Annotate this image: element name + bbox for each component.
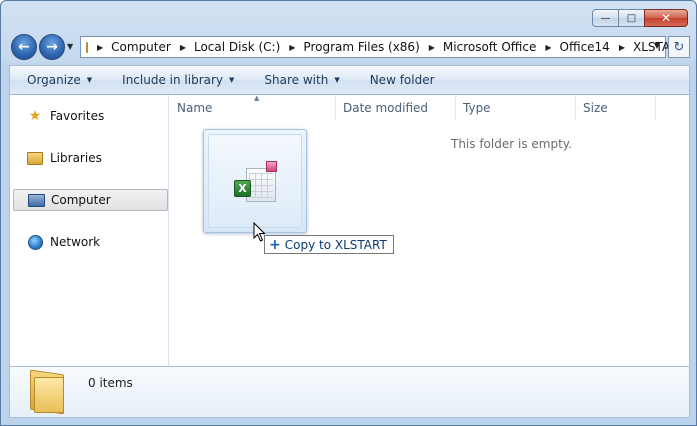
- refresh-button[interactable]: ↻: [668, 36, 690, 58]
- organize-menu[interactable]: Organize ▼: [27, 66, 92, 94]
- maximize-button[interactable]: □: [618, 9, 645, 27]
- nav-item-label: Computer: [51, 193, 111, 207]
- chevron-down-icon: ▼: [334, 76, 340, 84]
- details-pane: 0 items: [9, 366, 690, 418]
- column-name-label: Name: [177, 101, 213, 115]
- column-name[interactable]: ▲ Name: [170, 94, 336, 121]
- forward-arrow-icon: →: [46, 39, 58, 55]
- column-size[interactable]: Size: [576, 95, 656, 121]
- back-arrow-icon: ←: [18, 39, 30, 55]
- breadcrumb-item[interactable]: Microsoft Office: [443, 40, 536, 54]
- excel-sheet-accent-icon: [266, 161, 277, 172]
- excel-badge-icon: X: [234, 180, 251, 197]
- library-icon: [26, 150, 44, 166]
- chevron-down-icon: ▼: [229, 76, 235, 84]
- item-count: 0 items: [88, 376, 133, 390]
- include-in-library-menu[interactable]: Include in library ▼: [122, 66, 234, 94]
- breadcrumb: ▶ Computer ▶ Local Disk (C:) ▶ Program F…: [88, 40, 685, 54]
- column-headers: ▲ Name Date modified Type Size: [170, 94, 689, 121]
- include-in-library-label: Include in library: [122, 73, 224, 87]
- chevron-down-icon: ▼: [86, 76, 93, 84]
- column-size-label: Size: [583, 101, 608, 115]
- computer-icon: [27, 192, 45, 208]
- folder-icon: [30, 369, 66, 415]
- nav-item-favorites[interactable]: ★ Favorites: [13, 105, 168, 127]
- new-folder-button[interactable]: New folder: [370, 66, 435, 94]
- navigation-pane: ★ Favorites Libraries Computer Network: [10, 95, 169, 366]
- address-dropdown-icon[interactable]: ▼: [654, 41, 660, 50]
- empty-folder-message: This folder is empty.: [451, 137, 572, 151]
- column-date-label: Date modified: [343, 101, 429, 115]
- close-button[interactable]: ✕: [644, 9, 688, 27]
- share-with-menu[interactable]: Share with ▼: [264, 66, 339, 94]
- breadcrumb-separator[interactable]: ▶: [545, 43, 551, 52]
- main-area: ★ Favorites Libraries Computer Network ▲…: [9, 94, 690, 366]
- star-icon: ★: [28, 108, 42, 124]
- column-type-label: Type: [463, 101, 491, 115]
- address-bar[interactable]: ▶ Computer ▶ Local Disk (C:) ▶ Program F…: [80, 36, 685, 58]
- nav-item-label: Libraries: [50, 151, 102, 165]
- network-globe-icon: [26, 234, 44, 250]
- navigation-bar: ← → ▼ ▶ Computer ▶ Local Disk (C:) ▶ Pro…: [9, 34, 691, 60]
- share-with-label: Share with: [264, 73, 329, 87]
- explorer-window: — □ ✕ ← → ▼ ▶ Computer ▶ Local Disk (C:)…: [0, 0, 697, 426]
- drag-copy-tooltip-text: Copy to XLSTART: [284, 237, 387, 252]
- plus-icon: +: [269, 236, 281, 253]
- breadcrumb-item[interactable]: Program Files (x86): [303, 40, 419, 54]
- command-bar: Organize ▼ Include in library ▼ Share with…: [9, 65, 690, 95]
- back-button[interactable]: ←: [11, 34, 37, 60]
- nav-item-network[interactable]: Network: [13, 231, 168, 253]
- breadcrumb-separator[interactable]: ▶: [619, 43, 625, 52]
- drag-copy-tooltip: + Copy to XLSTART: [264, 235, 394, 254]
- column-date-modified[interactable]: Date modified: [336, 95, 456, 121]
- minimize-button[interactable]: —: [592, 9, 619, 27]
- breadcrumb-item[interactable]: Computer: [111, 40, 171, 54]
- nav-item-label: Favorites: [50, 109, 105, 123]
- nav-item-label: Network: [50, 235, 101, 249]
- recent-pages-dropdown[interactable]: ▼: [67, 42, 73, 51]
- new-folder-label: New folder: [369, 73, 435, 87]
- forward-button[interactable]: →: [39, 34, 65, 60]
- nav-item-computer[interactable]: Computer: [13, 189, 168, 211]
- nav-item-libraries[interactable]: Libraries: [13, 147, 168, 169]
- breadcrumb-item[interactable]: Local Disk (C:): [194, 40, 280, 54]
- breadcrumb-item[interactable]: Office14: [560, 40, 610, 54]
- breadcrumb-separator[interactable]: ▶: [289, 43, 295, 52]
- caption-buttons: — □ ✕: [592, 9, 688, 27]
- breadcrumb-separator[interactable]: ▶: [429, 43, 435, 52]
- breadcrumb-separator[interactable]: ▶: [97, 43, 103, 52]
- column-type[interactable]: Type: [456, 95, 576, 121]
- breadcrumb-separator[interactable]: ▶: [180, 43, 186, 52]
- dragged-file-preview[interactable]: X: [203, 129, 307, 233]
- refresh-icon: ↻: [673, 39, 685, 55]
- sort-ascending-icon: ▲: [254, 94, 260, 102]
- organize-label: Organize: [27, 73, 81, 87]
